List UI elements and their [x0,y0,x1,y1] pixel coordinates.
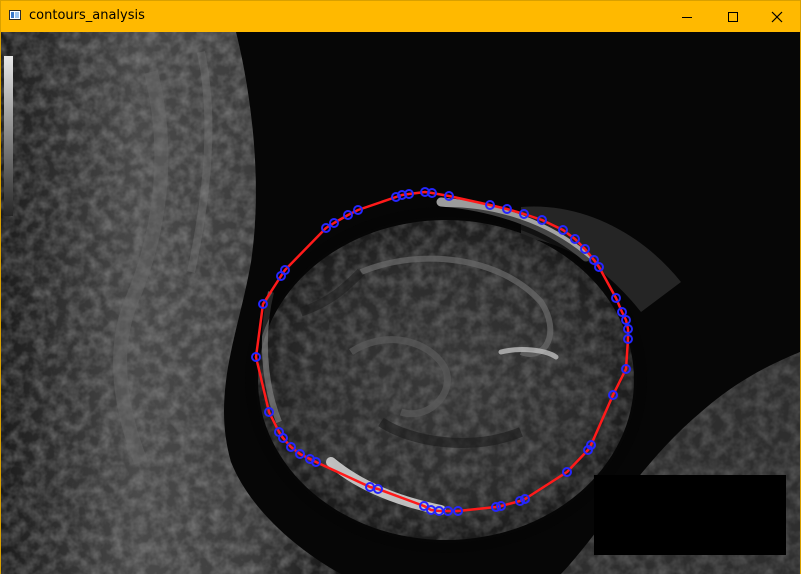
contour-overlay [251,187,633,516]
title-bar[interactable]: contours_analysis [1,1,800,32]
close-icon [771,11,783,22]
minimize-icon [682,16,692,18]
minimize-button[interactable] [664,1,710,32]
close-button[interactable] [754,1,800,32]
image-canvas [1,32,800,574]
app-icon [9,10,21,20]
maximize-button[interactable] [710,1,756,32]
window-title: contours_analysis [29,8,145,23]
maximize-icon [728,11,738,22]
app-window: contours_analysis [0,0,801,574]
